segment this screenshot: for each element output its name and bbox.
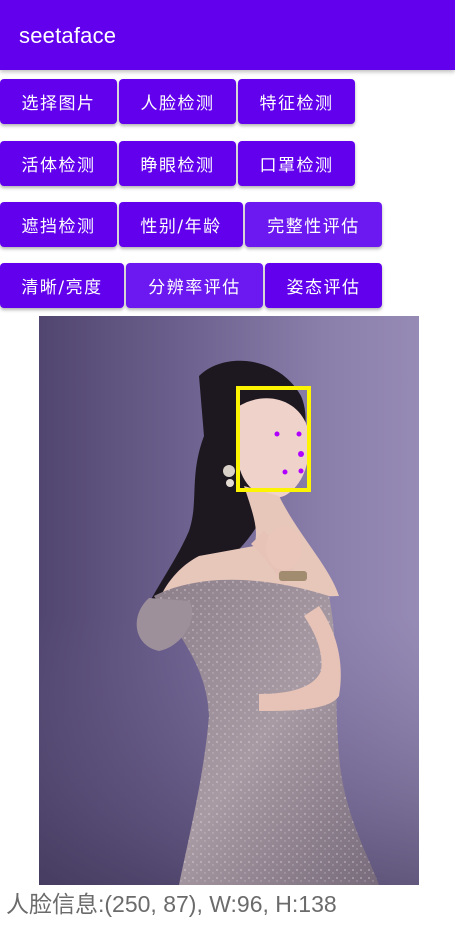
landmark-mouth-right bbox=[298, 468, 304, 474]
detection-image bbox=[39, 316, 419, 885]
face-info-text: 人脸信息:(250, 87), W:96, H:138 bbox=[6, 891, 337, 917]
feature-detect-button[interactable]: 特征检测 bbox=[238, 79, 355, 124]
mask-detect-button[interactable]: 口罩检测 bbox=[238, 141, 355, 186]
eye-open-detect-button[interactable]: 睁眼检测 bbox=[119, 141, 236, 186]
resolution-eval-button[interactable]: 分辨率评估 bbox=[126, 263, 263, 308]
landmark-nose bbox=[298, 451, 304, 457]
gender-age-button[interactable]: 性别/年龄 bbox=[119, 202, 243, 247]
app-bar: seetaface bbox=[0, 0, 455, 70]
integrity-eval-button[interactable]: 完整性评估 bbox=[245, 202, 382, 247]
select-image-button[interactable]: 选择图片 bbox=[0, 79, 117, 124]
occlusion-detect-button[interactable]: 遮挡检测 bbox=[0, 202, 117, 247]
liveness-detect-button[interactable]: 活体检测 bbox=[0, 141, 117, 186]
landmark-left-eye bbox=[274, 431, 280, 437]
clarity-brightness-button[interactable]: 清晰/亮度 bbox=[0, 263, 124, 308]
face-detect-button[interactable]: 人脸检测 bbox=[119, 79, 236, 124]
landmark-right-eye bbox=[296, 431, 302, 437]
landmark-overlay bbox=[274, 431, 304, 475]
landmark-mouth-left bbox=[282, 469, 288, 475]
app-title: seetaface bbox=[19, 23, 117, 48]
pose-eval-button[interactable]: 姿态评估 bbox=[265, 263, 382, 308]
